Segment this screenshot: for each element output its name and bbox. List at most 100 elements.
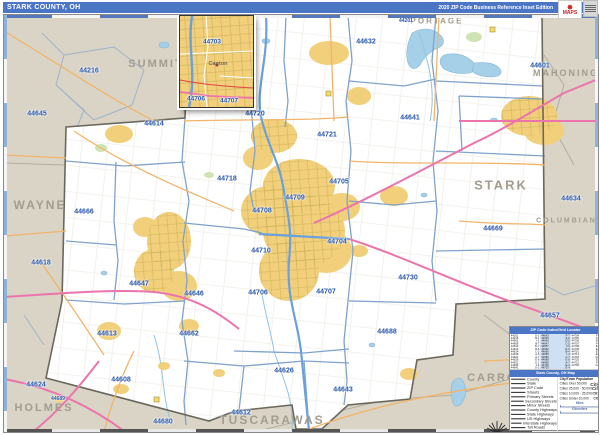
city-sample-text: City <box>591 386 598 392</box>
legend-line-sample <box>511 400 524 402</box>
zip-label-44689: 44689 <box>51 396 65 402</box>
logo-text: MAPS <box>562 9 578 16</box>
legend-line-sample <box>511 422 522 424</box>
zip-label-44608: 44608 <box>111 376 131 384</box>
legend-item-label: US Highways <box>527 416 551 421</box>
zip-label-44704: 44704 <box>327 238 347 246</box>
zip-label-44614: 44614 <box>144 120 164 128</box>
legend-item-label: County <box>527 377 540 382</box>
zip-index-column: 44201 G-1 44216 B-1 44601 I-1 44608 B-7 44612 D-7… <box>510 334 540 369</box>
scale-kilometers: Kilometers <box>558 407 598 414</box>
legend-line-sample <box>511 405 526 407</box>
city-range-label: Cities 10,000 - 25,000 <box>559 392 592 396</box>
publisher-logo: ✸ MAPS <box>558 0 582 19</box>
inset-zip-44703: 44703 <box>202 38 222 46</box>
city-range-label: Cities 25,000 - 50,000 <box>559 387 592 391</box>
county-label-summit: SUMMIT <box>128 58 184 70</box>
map-frame-ticks-left <box>4 15 7 432</box>
page-title: STARK COUNTY, OH <box>7 4 81 11</box>
legend-item-label: Toll Roads <box>527 425 546 430</box>
county-label-stark: STARK <box>474 177 528 193</box>
legend-line-sample <box>511 418 526 420</box>
legend-item-label: Minor Streets <box>527 403 550 408</box>
legend-line-sample <box>511 383 526 385</box>
compass-rose-icon <box>486 421 508 432</box>
legend-item-label: Primary Streets <box>527 394 554 399</box>
legend-line-items: County State ZIP Code Streets Primary Street… <box>510 377 557 430</box>
logo-side-panel <box>583 0 598 17</box>
zip-label-44666: 44666 <box>74 208 94 216</box>
inset-zip-44707: 44707 <box>219 97 239 105</box>
map-canvas: SUMMIT PORTAGE MAHONING WAYNE STARK COLUMBIAN… <box>3 14 599 433</box>
zip-label-44643: 44643 <box>333 386 353 394</box>
zip-label-44626: 44626 <box>274 367 294 375</box>
legend-line-sample <box>511 409 526 411</box>
zip-label-44708: 44708 <box>252 207 272 215</box>
zip-label-44688: 44688 <box>377 328 397 336</box>
inset-zip-44706: 44706 <box>186 95 206 103</box>
zip-label-44624: 44624 <box>26 381 46 389</box>
zip-label-44709: 44709 <box>285 194 305 202</box>
zip-index-columns: 44201 G-1 44216 B-1 44601 I-1 44608 B-7 44612 D-7… <box>510 334 599 369</box>
zip-index-column: 44643 F-7 44645 A-2 44646 D-5 44647 C-5 44657 J-6… <box>540 334 571 369</box>
legend-line-sample <box>511 413 526 415</box>
canton-inset-map: 44703 Canton 44706 44707 <box>179 15 254 108</box>
zip-label-44612: 44612 <box>231 409 251 417</box>
legend-box: ZIP Code Index/Grid Locator 44201 G-1 4421… <box>509 326 599 432</box>
legend-line-sample <box>511 396 526 398</box>
zip-index-row: 44730G-5 <box>571 364 599 367</box>
county-label-holmes: HOLMES <box>14 402 74 414</box>
zip-label-44601: 44601 <box>530 62 550 70</box>
legend-item-label: Interstate Highways <box>523 421 557 426</box>
legend-title: Stark County, OH Map <box>535 371 576 376</box>
legend-line-sample <box>511 427 526 429</box>
legend-title-bar: Stark County, OH Map <box>510 370 598 377</box>
legend-item-label: Streets <box>527 390 540 395</box>
city-sample-text: City <box>593 397 599 401</box>
zip-index-table: 44201 G-1 44216 B-1 44601 I-1 44608 B-7 44612 D-7… <box>510 334 599 370</box>
zip-label-44632: 44632 <box>356 38 376 46</box>
county-label-mahoning: MAHONING <box>533 68 599 78</box>
county-label-wayne: WAYNE <box>13 198 67 212</box>
zip-label-44613: 44613 <box>97 330 117 338</box>
zip-label-44201: 44201 <box>399 18 413 24</box>
zip-label-44645: 44645 <box>27 110 47 118</box>
zip-label-44705: 44705 <box>329 178 349 186</box>
legend-item-label: ZIP Code <box>527 386 544 390</box>
legend-item-toll-roads: Toll Roads <box>510 425 557 430</box>
zip-label-44647: 44647 <box>129 280 149 288</box>
zip-label-44720: 44720 <box>245 110 265 118</box>
zip-label-44646: 44646 <box>184 290 204 298</box>
zip-label-44721: 44721 <box>317 131 337 139</box>
zip-label-44707: 44707 <box>316 288 336 296</box>
zip-label-44216: 44216 <box>79 67 99 75</box>
legend-line-sample <box>511 378 526 380</box>
legend-item-label: County Highways <box>526 408 557 412</box>
zip-label-44706: 44706 <box>248 289 268 297</box>
city-range-label: Cities Under 10,000 <box>559 397 589 401</box>
zip-label-44641: 44641 <box>400 114 420 122</box>
map-frame-ticks-top <box>4 15 598 18</box>
zip-label-44634: 44634 <box>561 195 581 203</box>
legend-item-label: State <box>527 381 537 386</box>
legend-line-sample <box>511 387 526 389</box>
zip-label-44718: 44718 <box>217 175 237 183</box>
edition-label: 2020 ZIP Code Business Reference Inset E… <box>438 4 553 11</box>
legend-item-label: State Highways <box>527 412 554 417</box>
zip-label-44669: 44669 <box>483 225 503 233</box>
header-bar: STARK COUNTY, OH 2020 ZIP Code Business … <box>3 2 597 13</box>
index-title: ZIP Code Index/Grid Locator <box>530 328 581 333</box>
zip-label-44710: 44710 <box>251 247 271 255</box>
inset-city-canton: Canton <box>208 61 228 67</box>
index-title-bar: ZIP Code Index/Grid Locator <box>510 327 598 334</box>
county-label-columbiana: COLUMBIANA <box>536 217 599 225</box>
legend-city-items: Cities Over 50,000 City Cities 25,000 - 50… <box>558 381 599 401</box>
page: STARK COUNTY, OH 2020 ZIP Code Business … <box>0 0 600 435</box>
legend-line-sample <box>511 391 526 393</box>
zip-label-44680: 44680 <box>153 418 173 426</box>
city-range-label: Cities Over 50,000 <box>559 382 587 386</box>
zip-label-44618: 44618 <box>31 259 51 267</box>
zip-index-column: 44704F-444705F-344706E-544707F-544708E-4… <box>571 334 599 369</box>
zip-label-44662: 44662 <box>179 330 199 338</box>
legend-item-label: Secondary Streets <box>525 399 557 404</box>
